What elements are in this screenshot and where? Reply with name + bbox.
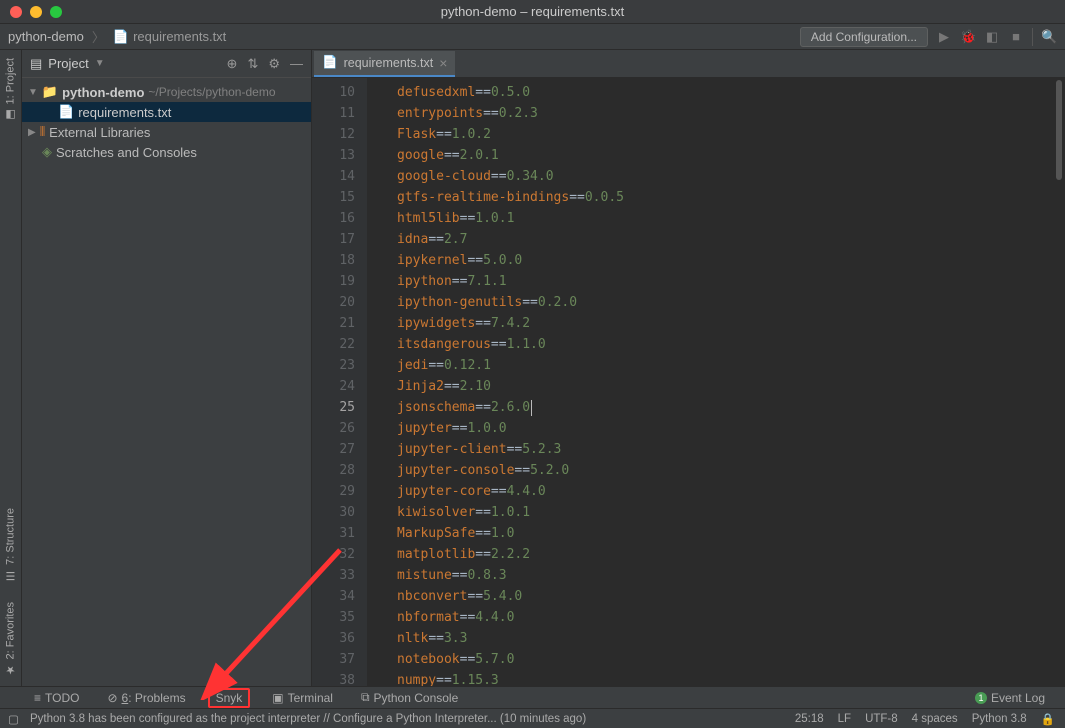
status-bar: ▢ Python 3.8 has been configured as the … — [0, 708, 1065, 728]
tree-external-libraries[interactable]: ▶ ⫴ External Libraries — [22, 122, 311, 142]
library-icon: ⫴ — [40, 124, 45, 140]
file-icon: 📄 — [322, 55, 338, 70]
sidebar-tab-structure[interactable]: ☰7: Structure — [4, 508, 17, 582]
project-panel: ▤ Project ▼ ⊕ ⇅ ⚙ — ▼ 📁 python-demo ~/Pr… — [22, 50, 312, 686]
chevron-down-icon: ▼ — [95, 58, 105, 69]
gear-icon[interactable]: ⚙ — [268, 56, 280, 72]
status-line-sep[interactable]: LF — [838, 713, 851, 725]
breadcrumb-file[interactable]: requirements.txt — [133, 29, 226, 44]
window-title: python-demo – requirements.txt — [441, 4, 625, 19]
scrollbar[interactable] — [1056, 80, 1062, 180]
status-sdk[interactable]: Python 3.8 — [972, 713, 1027, 725]
bottom-tab-problems[interactable]: ⊘6: Problems — [101, 689, 191, 707]
status-encoding[interactable]: UTF-8 — [865, 713, 898, 725]
tree-root[interactable]: ▼ 📁 python-demo ~/Projects/python-demo — [22, 82, 311, 102]
project-icon: ▤ — [30, 56, 42, 72]
status-indent[interactable]: 4 spaces — [912, 713, 958, 725]
lock-icon[interactable]: 🔒 — [1041, 712, 1055, 726]
search-icon[interactable]: 🔍 — [1041, 29, 1057, 45]
terminal-icon: ▣ — [272, 691, 283, 705]
list-icon: ≡ — [34, 691, 41, 705]
code-area[interactable]: 1011121314151617181920212223242526272829… — [312, 78, 1065, 686]
stop-icon[interactable]: ■ — [1008, 29, 1024, 44]
file-icon: 📄 — [58, 104, 74, 120]
sidebar-tab-project[interactable]: ◨1: Project — [4, 58, 17, 121]
folder-icon: 📁 — [42, 84, 58, 100]
bottom-tab-todo[interactable]: ≡TODO — [28, 689, 85, 707]
bottom-tool-tabs: ≡TODO ⊘6: Problems Snyk ▣Terminal ⧉Pytho… — [0, 686, 1065, 708]
status-message[interactable]: Python 3.8 has been configured as the pr… — [30, 713, 781, 725]
event-log-button[interactable]: 1Event Log — [975, 691, 1045, 705]
line-gutter: 1011121314151617181920212223242526272829… — [312, 78, 367, 686]
breadcrumb-project[interactable]: python-demo — [8, 29, 84, 44]
run-icon[interactable]: ▶ — [936, 29, 952, 45]
code-content[interactable]: defusedxml==0.5.0entrypoints==0.2.3Flask… — [367, 78, 1065, 686]
breadcrumb[interactable]: python-demo 〉 📄 requirements.txt — [8, 27, 226, 46]
left-tool-strip: ◨1: Project ☰7: Structure ★2: Favorites — [0, 50, 22, 686]
titlebar: python-demo – requirements.txt — [0, 0, 1065, 24]
bottom-tab-python-console[interactable]: ⧉Python Console — [355, 688, 464, 707]
status-position[interactable]: 25:18 — [795, 713, 824, 725]
close-tab-icon[interactable]: × — [439, 55, 447, 71]
add-configuration-button[interactable]: Add Configuration... — [800, 27, 928, 47]
debug-icon[interactable]: 🐞 — [960, 29, 976, 45]
chevron-right-icon: 〉 — [92, 27, 105, 46]
tree-scratches[interactable]: ◈ Scratches and Consoles — [22, 142, 311, 162]
scratch-icon: ◈ — [42, 144, 52, 160]
minimize-window-button[interactable] — [30, 6, 42, 18]
project-tree: ▼ 📁 python-demo ~/Projects/python-demo 📄… — [22, 78, 311, 166]
python-icon: ⧉ — [361, 690, 370, 705]
tool-window-icon[interactable]: ▢ — [8, 712, 19, 726]
tree-file-requirements[interactable]: 📄 requirements.txt — [22, 102, 311, 122]
nav-toolbar: python-demo 〉 📄 requirements.txt Add Con… — [0, 24, 1065, 50]
expand-icon[interactable]: ⇅ — [247, 56, 258, 72]
project-panel-title[interactable]: ▤ Project ▼ — [30, 56, 105, 72]
close-window-button[interactable] — [10, 6, 22, 18]
bottom-tab-terminal[interactable]: ▣Terminal — [266, 689, 339, 707]
maximize-window-button[interactable] — [50, 6, 62, 18]
sidebar-tab-favorites[interactable]: ★2: Favorites — [4, 602, 17, 676]
editor: 📄 requirements.txt × OFF 101112131415161… — [312, 50, 1065, 686]
tab-requirements[interactable]: 📄 requirements.txt × — [314, 51, 455, 77]
warning-icon: ⊘ — [107, 691, 117, 705]
bottom-tab-snyk[interactable]: Snyk — [208, 688, 251, 708]
target-icon[interactable]: ⊕ — [227, 56, 238, 72]
coverage-icon[interactable]: ◧ — [984, 29, 1000, 45]
hide-panel-icon[interactable]: — — [290, 56, 303, 72]
editor-tabs: 📄 requirements.txt × — [312, 50, 1065, 78]
file-icon: 📄 — [113, 29, 129, 45]
